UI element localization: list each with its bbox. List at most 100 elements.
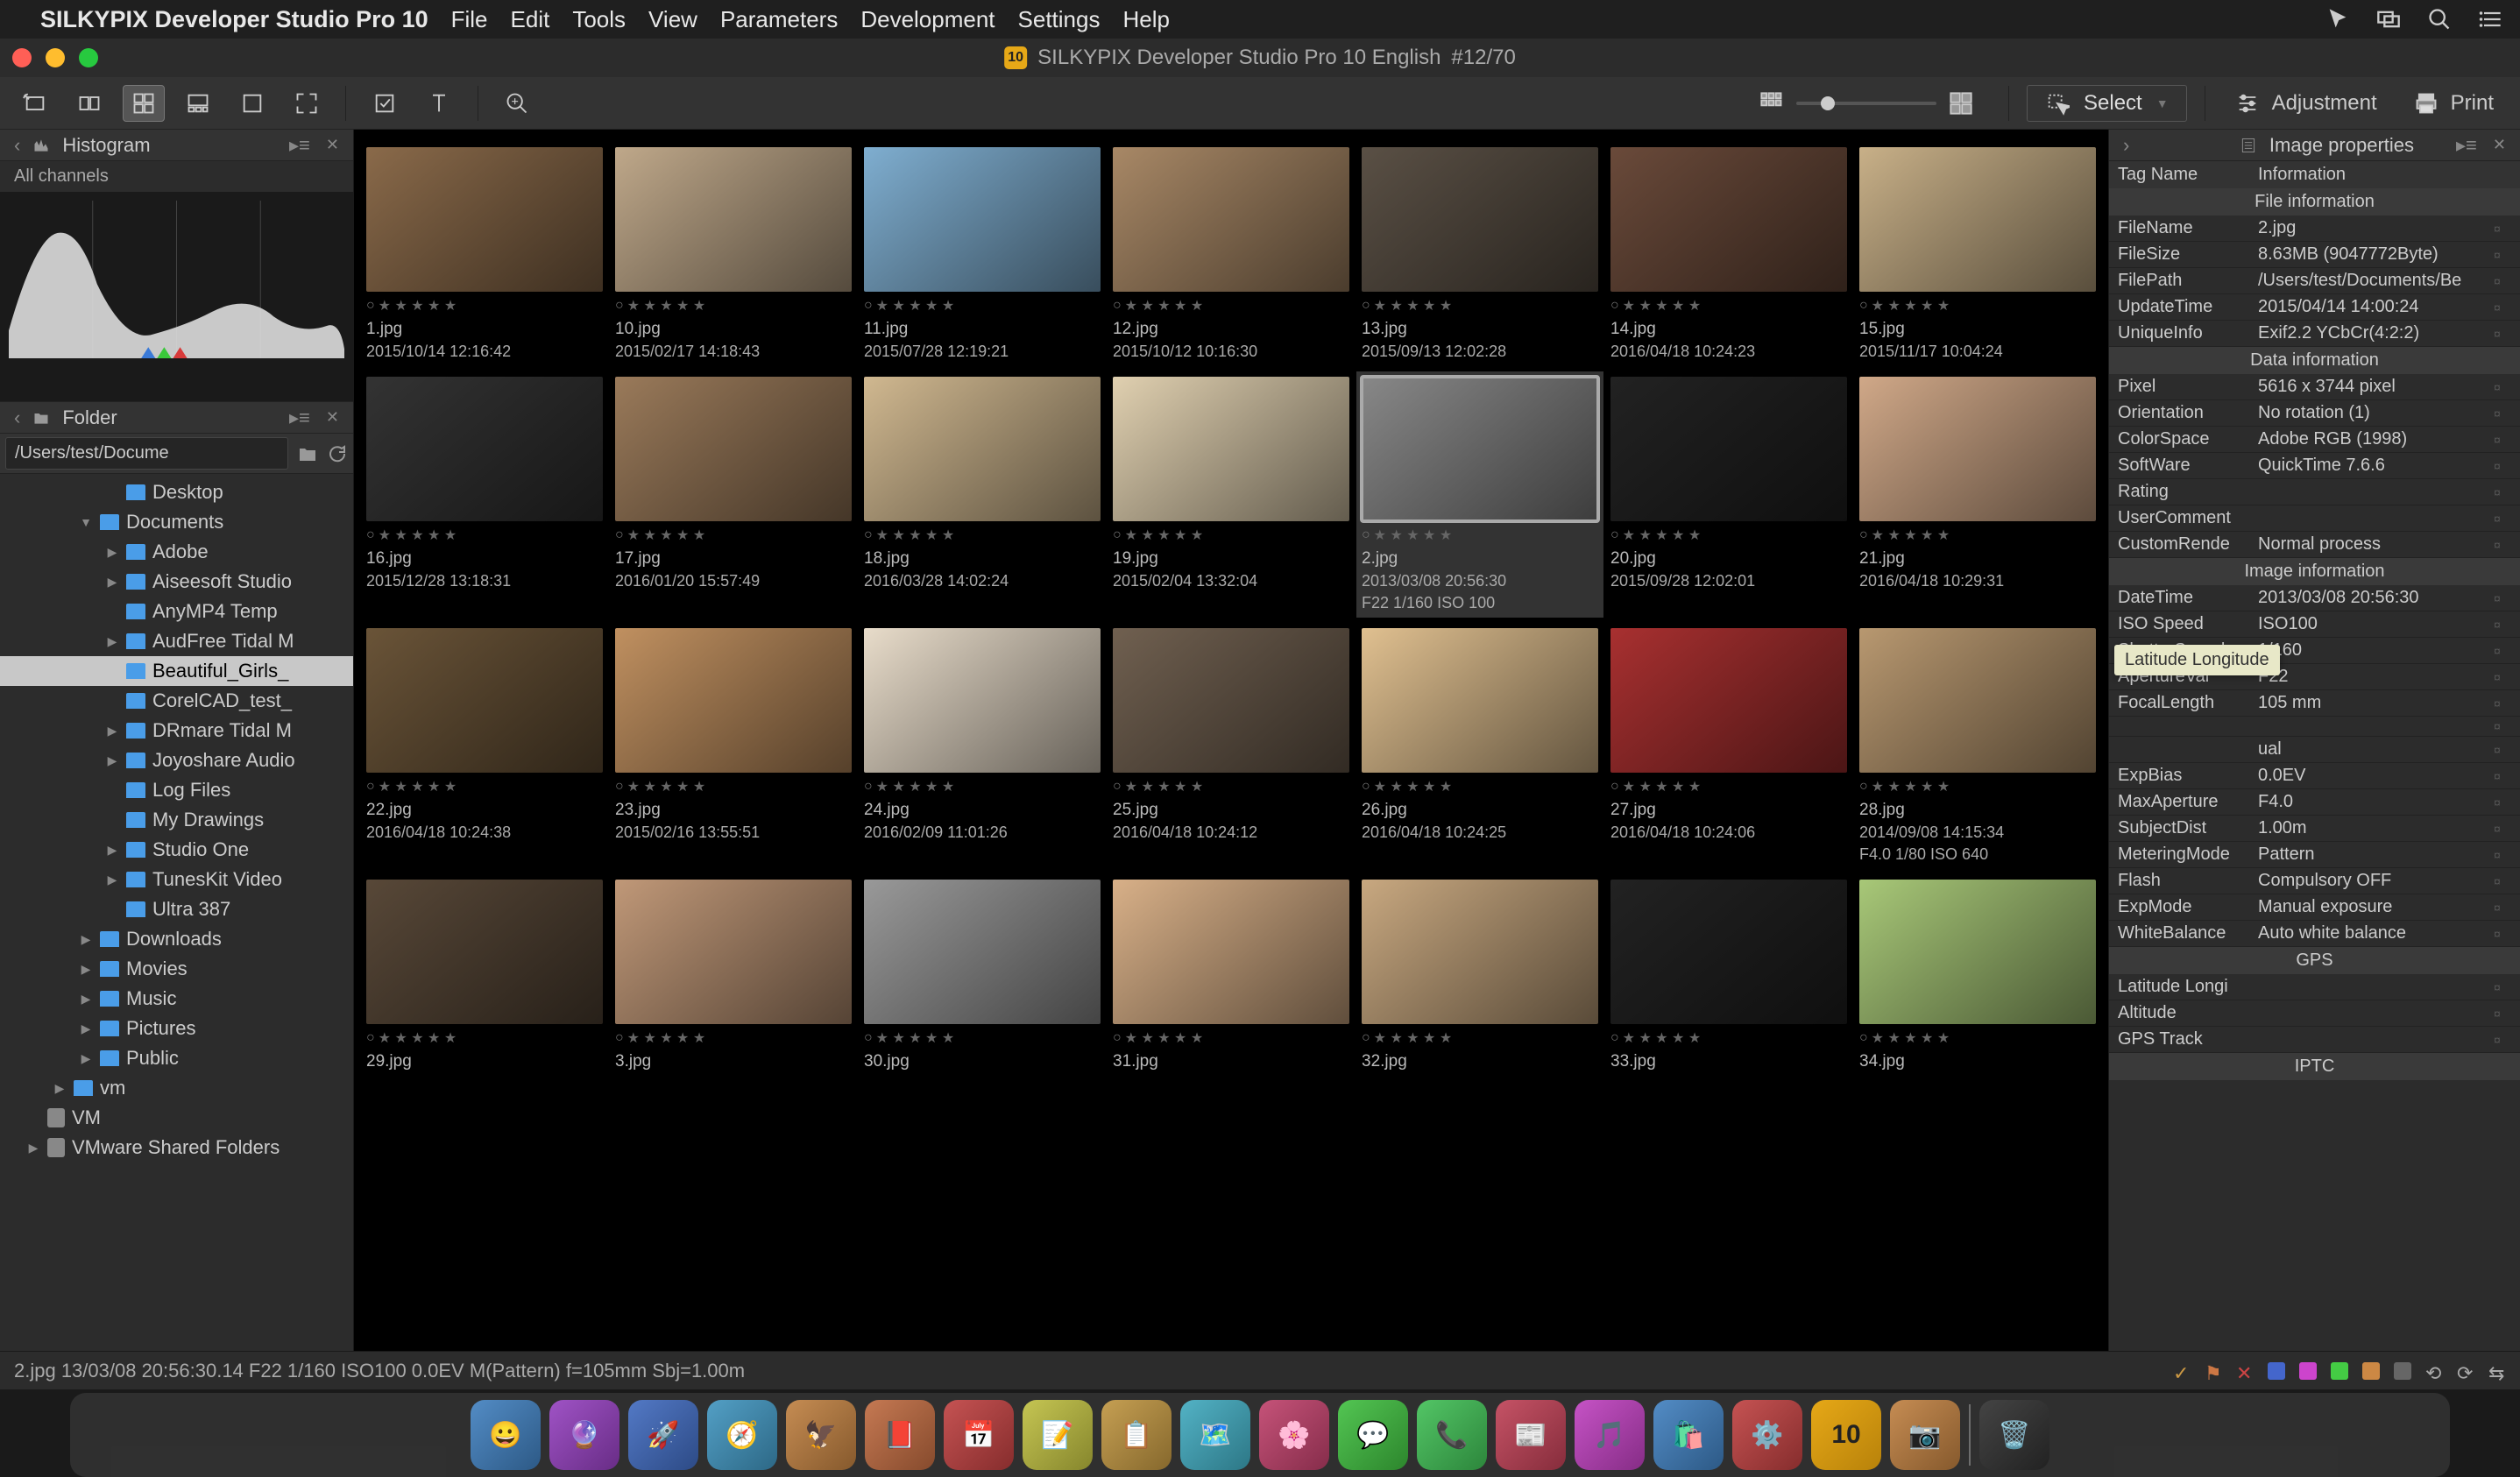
property-info-icon[interactable]: ¤ — [2494, 327, 2511, 341]
thumbnail-item[interactable]: ○ ★ ★ ★ ★ ★ 28.jpg 2014/09/08 14:15:34 F… — [1859, 628, 2096, 864]
dock-app[interactable]: 10 — [1811, 1400, 1881, 1470]
thumbnail-image[interactable] — [1610, 147, 1847, 292]
filmstrip-view-button[interactable] — [177, 85, 219, 122]
property-info-icon[interactable]: ¤ — [2494, 719, 2511, 733]
thumbnail-item[interactable]: ○ ★ ★ ★ ★ ★ 18.jpg 2016/03/28 14:02:24 — [864, 377, 1101, 612]
property-info-icon[interactable]: ¤ — [2494, 848, 2511, 862]
zoom-window-button[interactable] — [79, 48, 98, 67]
disclosure-triangle-icon[interactable]: ▶ — [105, 753, 119, 768]
thumbnail-size-slider[interactable] — [1759, 91, 1973, 116]
menu-parameters[interactable]: Parameters — [720, 6, 838, 33]
tree-item[interactable]: ▶Pictures — [0, 1014, 353, 1043]
thumbnail-item[interactable]: ○ ★ ★ ★ ★ ★ 20.jpg 2015/09/28 12:02:01 — [1610, 377, 1847, 612]
thumbnail-image[interactable] — [366, 628, 603, 773]
thumbnail-item[interactable]: ○ ★ ★ ★ ★ ★ 16.jpg 2015/12/28 13:18:31 — [366, 377, 603, 612]
thumbnail-image[interactable] — [1859, 147, 2096, 292]
thumbnail-image[interactable] — [864, 147, 1101, 292]
rotate-left-button[interactable]: ⟲ — [2425, 1362, 2443, 1380]
tree-item[interactable]: ▶Movies — [0, 954, 353, 984]
thumbnail-grid[interactable]: ○ ★ ★ ★ ★ ★ 1.jpg 2015/10/14 12:16:42 ○ … — [354, 130, 2108, 1351]
thumbnail-rating[interactable]: ○ ★ ★ ★ ★ ★ — [1859, 295, 2096, 316]
disclosure-triangle-icon[interactable]: ▶ — [105, 843, 119, 858]
disclosure-triangle-icon[interactable]: ▼ — [79, 515, 93, 529]
property-info-icon[interactable]: ¤ — [2494, 1033, 2511, 1047]
property-info-icon[interactable]: ¤ — [2494, 874, 2511, 888]
property-info-icon[interactable]: ¤ — [2494, 980, 2511, 994]
thumbnail-rating[interactable]: ○ ★ ★ ★ ★ ★ — [1859, 776, 2096, 797]
tree-item[interactable]: ▶VMware Shared Folders — [0, 1133, 353, 1163]
thumbnail-image[interactable] — [1362, 628, 1598, 773]
thumbnail-image[interactable] — [615, 377, 852, 521]
menu-list-icon[interactable] — [2478, 7, 2502, 32]
thumbnail-image[interactable] — [1113, 880, 1349, 1024]
property-info-icon[interactable]: ¤ — [2494, 696, 2511, 710]
tree-item[interactable]: ▶Aiseesoft Studio — [0, 567, 353, 597]
thumbnail-image[interactable] — [864, 377, 1101, 521]
thumbnail-item[interactable]: ○ ★ ★ ★ ★ ★ 29.jpg — [366, 880, 603, 1075]
folder-nav-back[interactable]: ‹ — [14, 406, 20, 429]
thumbnail-rating[interactable]: ○ ★ ★ ★ ★ ★ — [615, 776, 852, 797]
thumbnail-rating[interactable]: ○ ★ ★ ★ ★ ★ — [864, 525, 1101, 546]
thumbnail-item[interactable]: ○ ★ ★ ★ ★ ★ 11.jpg 2015/07/28 12:19:21 — [864, 147, 1101, 361]
thumbnail-item[interactable]: ○ ★ ★ ★ ★ ★ 12.jpg 2015/10/12 10:16:30 — [1113, 147, 1349, 361]
thumbnail-rating[interactable]: ○ ★ ★ ★ ★ ★ — [1113, 1028, 1349, 1049]
thumbnail-image[interactable] — [1113, 377, 1349, 521]
thumbnail-rating[interactable]: ○ ★ ★ ★ ★ ★ — [1113, 295, 1349, 316]
thumbnail-image[interactable] — [1610, 377, 1847, 521]
tree-item[interactable]: Desktop — [0, 477, 353, 507]
disclosure-triangle-icon[interactable]: ▶ — [105, 634, 119, 649]
tree-item[interactable]: ▶DRmare Tidal M — [0, 716, 353, 746]
cursor-icon[interactable] — [2325, 7, 2350, 32]
dock-app[interactable]: 📝 — [1023, 1400, 1093, 1470]
thumbnail-item[interactable]: ○ ★ ★ ★ ★ ★ 2.jpg 2013/03/08 20:56:30 F2… — [1356, 371, 1603, 618]
histogram-channel-label[interactable]: All channels — [0, 161, 353, 192]
thumbnail-item[interactable]: ○ ★ ★ ★ ★ ★ 13.jpg 2015/09/13 12:02:28 — [1362, 147, 1598, 361]
menu-file[interactable]: File — [451, 6, 488, 33]
dock-app[interactable]: 🗺️ — [1180, 1400, 1250, 1470]
thumbnail-rating[interactable]: ○ ★ ★ ★ ★ ★ — [366, 1028, 603, 1049]
thumbnail-rating[interactable]: ○ ★ ★ ★ ★ ★ — [1859, 525, 2096, 546]
thumbnail-rating[interactable]: ○ ★ ★ ★ ★ ★ — [1610, 776, 1847, 797]
property-info-icon[interactable]: ¤ — [2494, 380, 2511, 394]
tree-item[interactable]: ▶Joyoshare Audio — [0, 746, 353, 775]
tree-item[interactable]: Ultra 387 — [0, 894, 353, 924]
thumbnail-view-button[interactable] — [123, 85, 165, 122]
tree-item[interactable]: ▶Music — [0, 984, 353, 1014]
dock-app[interactable]: 📰 — [1496, 1400, 1566, 1470]
menu-settings[interactable]: Settings — [1018, 6, 1101, 33]
check-tool-button[interactable] — [364, 85, 406, 122]
thumbnail-rating[interactable]: ○ ★ ★ ★ ★ ★ — [366, 295, 603, 316]
print-button[interactable]: Print — [2402, 91, 2506, 116]
thumbnail-rating[interactable]: ○ ★ ★ ★ ★ ★ — [1113, 525, 1349, 546]
tree-item[interactable]: ▶vm — [0, 1073, 353, 1103]
thumbnail-image[interactable] — [1610, 628, 1847, 773]
property-info-icon[interactable]: ¤ — [2494, 300, 2511, 314]
label-green[interactable] — [2331, 1362, 2348, 1380]
property-info-icon[interactable]: ¤ — [2494, 795, 2511, 809]
property-info-icon[interactable]: ¤ — [2494, 618, 2511, 632]
thumbnail-rating[interactable]: ○ ★ ★ ★ ★ ★ — [1362, 525, 1598, 546]
tree-item[interactable]: ▶Downloads — [0, 924, 353, 954]
tree-item[interactable]: ▶Studio One — [0, 835, 353, 865]
thumbnail-rating[interactable]: ○ ★ ★ ★ ★ ★ — [864, 1028, 1101, 1049]
thumbnail-item[interactable]: ○ ★ ★ ★ ★ ★ 21.jpg 2016/04/18 10:29:31 — [1859, 377, 2096, 612]
thumbnail-image[interactable] — [366, 880, 603, 1024]
status-check-icon[interactable]: ✓ — [2173, 1362, 2191, 1380]
multi-view-button[interactable] — [68, 85, 110, 122]
thumbnail-item[interactable]: ○ ★ ★ ★ ★ ★ 25.jpg 2016/04/18 10:24:12 — [1113, 628, 1349, 864]
menu-development[interactable]: Development — [860, 6, 995, 33]
close-panel-button[interactable]: ✕ — [326, 136, 339, 154]
thumbnail-rating[interactable]: ○ ★ ★ ★ ★ ★ — [1610, 1028, 1847, 1049]
tree-item[interactable]: ▶TunesKit Video — [0, 865, 353, 894]
property-info-icon[interactable]: ¤ — [2494, 901, 2511, 915]
thumbnail-rating[interactable]: ○ ★ ★ ★ ★ ★ — [864, 776, 1101, 797]
thumbnail-rating[interactable]: ○ ★ ★ ★ ★ ★ — [615, 295, 852, 316]
tree-item[interactable]: ▼Documents — [0, 507, 353, 537]
property-info-icon[interactable]: ¤ — [2494, 274, 2511, 288]
property-info-icon[interactable]: ¤ — [2494, 591, 2511, 605]
close-folder-panel[interactable]: ✕ — [326, 408, 339, 427]
dock-app[interactable]: 🚀 — [628, 1400, 698, 1470]
props-nav-back[interactable]: › — [2123, 134, 2129, 157]
thumbnail-rating[interactable]: ○ ★ ★ ★ ★ ★ — [1362, 776, 1598, 797]
displays-icon[interactable] — [2376, 7, 2401, 32]
